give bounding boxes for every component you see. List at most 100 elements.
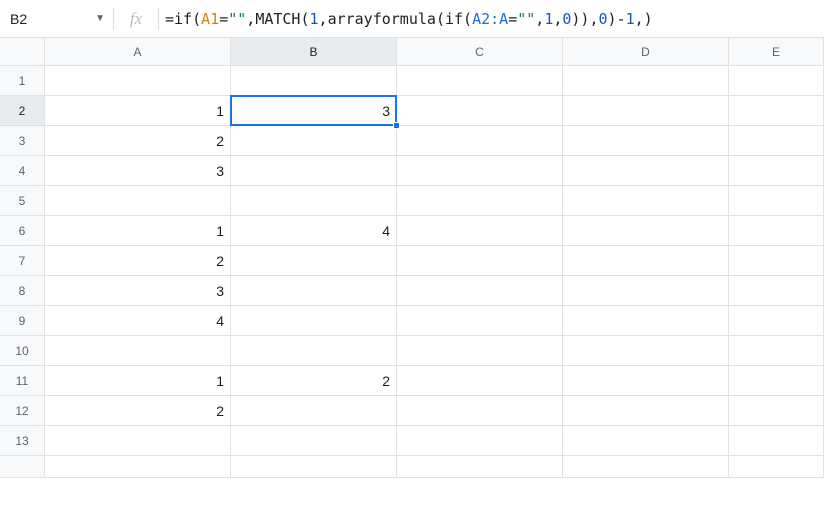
cell-D2[interactable] [563,96,729,126]
formula-bar: B2 ▼ fx =if(A1="",MATCH(1,arrayformula(i… [0,0,824,38]
formula-token: 0 [599,10,608,28]
chevron-down-icon[interactable]: ▼ [95,13,105,24]
spreadsheet-grid[interactable]: A B C D E 1 2 1 3 3 2 4 3 5 6 1 4 7 2 8 … [0,38,824,478]
formula-token: , [535,10,544,28]
cell-E14[interactable] [729,456,824,478]
cell-C14[interactable] [397,456,563,478]
cell-C4[interactable] [397,156,563,186]
cell-A9[interactable]: 4 [45,306,231,336]
cell-E13[interactable] [729,426,824,456]
cell-C1[interactable] [397,66,563,96]
cell-E6[interactable] [729,216,824,246]
cell-E7[interactable] [729,246,824,276]
cell-D13[interactable] [563,426,729,456]
cell-C13[interactable] [397,426,563,456]
cell-D12[interactable] [563,396,729,426]
cell-D4[interactable] [563,156,729,186]
cell-A2[interactable]: 1 [45,96,231,126]
cell-D14[interactable] [563,456,729,478]
cell-D11[interactable] [563,366,729,396]
row-header-12[interactable]: 12 [0,396,45,426]
cell-B4[interactable] [231,156,397,186]
cell-B13[interactable] [231,426,397,456]
cell-B3[interactable] [231,126,397,156]
cell-E2[interactable] [729,96,824,126]
cell-E12[interactable] [729,396,824,426]
cell-B5[interactable] [231,186,397,216]
cell-E11[interactable] [729,366,824,396]
name-box[interactable]: B2 ▼ [0,0,113,37]
cell-B14[interactable] [231,456,397,478]
cell-A12[interactable]: 2 [45,396,231,426]
row-header-11[interactable]: 11 [0,366,45,396]
cell-C10[interactable] [397,336,563,366]
cell-A5[interactable] [45,186,231,216]
cell-B12[interactable] [231,396,397,426]
row-header-3[interactable]: 3 [0,126,45,156]
cell-B10[interactable] [231,336,397,366]
cell-B11[interactable]: 2 [231,366,397,396]
cell-B9[interactable] [231,306,397,336]
cell-D10[interactable] [563,336,729,366]
col-header-D[interactable]: D [563,38,729,66]
cell-E8[interactable] [729,276,824,306]
cell-B7[interactable] [231,246,397,276]
cell-E10[interactable] [729,336,824,366]
cell-D8[interactable] [563,276,729,306]
row-header-7[interactable]: 7 [0,246,45,276]
cell-B1[interactable] [231,66,397,96]
cell-A14[interactable] [45,456,231,478]
formula-token: 1 [544,10,553,28]
cell-A13[interactable] [45,426,231,456]
cell-C9[interactable] [397,306,563,336]
cell-D7[interactable] [563,246,729,276]
cell-E3[interactable] [729,126,824,156]
cell-A7[interactable]: 2 [45,246,231,276]
col-header-A[interactable]: A [45,38,231,66]
cell-D5[interactable] [563,186,729,216]
cell-C12[interactable] [397,396,563,426]
cell-A10[interactable] [45,336,231,366]
cell-E4[interactable] [729,156,824,186]
col-header-B[interactable]: B [231,38,397,66]
cell-C5[interactable] [397,186,563,216]
selection-handle[interactable] [393,122,400,129]
cell-E5[interactable] [729,186,824,216]
cell-C8[interactable] [397,276,563,306]
cell-D3[interactable] [563,126,729,156]
row-header-10[interactable]: 10 [0,336,45,366]
cell-C6[interactable] [397,216,563,246]
row-header-4[interactable]: 4 [0,156,45,186]
row-header-14[interactable] [0,456,45,478]
col-header-C[interactable]: C [397,38,563,66]
cell-A8[interactable]: 3 [45,276,231,306]
formula-token: ( [192,10,201,28]
row-header-9[interactable]: 9 [0,306,45,336]
formula-input[interactable]: =if(A1="",MATCH(1,arrayformula(if(A2:A="… [159,10,824,28]
cell-C2[interactable] [397,96,563,126]
row-header-2[interactable]: 2 [0,96,45,126]
cell-E1[interactable] [729,66,824,96]
cell-D9[interactable] [563,306,729,336]
cell-A11[interactable]: 1 [45,366,231,396]
cell-A6[interactable]: 1 [45,216,231,246]
row-header-1[interactable]: 1 [0,66,45,96]
cell-A1[interactable] [45,66,231,96]
row-header-6[interactable]: 6 [0,216,45,246]
cell-E9[interactable] [729,306,824,336]
cell-D6[interactable] [563,216,729,246]
cell-A3[interactable]: 2 [45,126,231,156]
row-header-5[interactable]: 5 [0,186,45,216]
cell-C11[interactable] [397,366,563,396]
cell-A4[interactable]: 3 [45,156,231,186]
cell-B6[interactable]: 4 [231,216,397,246]
cell-B2[interactable]: 3 [231,96,397,126]
cell-C3[interactable] [397,126,563,156]
cell-D1[interactable] [563,66,729,96]
col-header-E[interactable]: E [729,38,824,66]
cell-C7[interactable] [397,246,563,276]
cell-B8[interactable] [231,276,397,306]
select-all-corner[interactable] [0,38,45,66]
row-header-13[interactable]: 13 [0,426,45,456]
row-header-8[interactable]: 8 [0,276,45,306]
